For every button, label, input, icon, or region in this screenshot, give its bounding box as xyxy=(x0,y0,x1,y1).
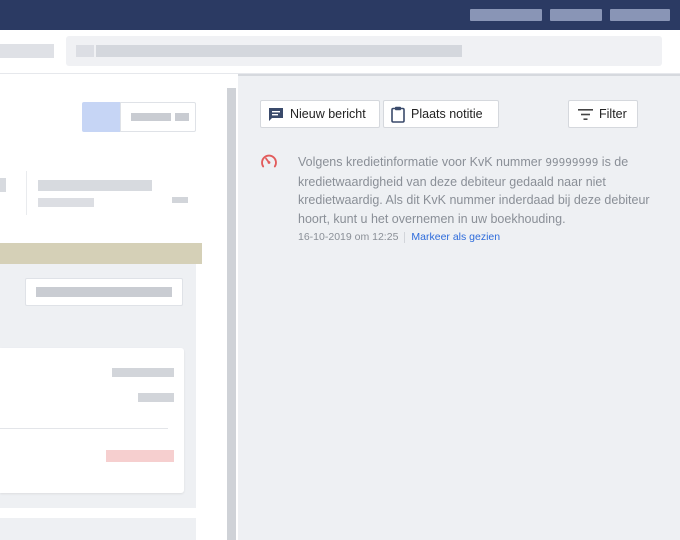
speedometer-icon xyxy=(261,154,277,168)
nav-item-placeholder[interactable] xyxy=(550,9,602,21)
nav-item-placeholder[interactable] xyxy=(610,9,670,21)
input-text-placeholder xyxy=(36,287,172,297)
section-placeholder xyxy=(0,518,196,540)
feed-item-message: Volgens kredietinformatie voor KvK numme… xyxy=(298,153,670,228)
button-label-placeholder xyxy=(175,113,189,121)
toggle-button-active[interactable] xyxy=(82,102,120,132)
overdue-amount-placeholder xyxy=(106,450,174,462)
place-note-label: Plaats notitie xyxy=(411,107,483,121)
new-message-label: Nieuw bericht xyxy=(290,107,366,121)
timestamp: 16-10-2019 om 12:25 xyxy=(298,231,399,243)
filter-input[interactable] xyxy=(25,278,183,306)
sub-header xyxy=(0,30,680,74)
amount-placeholder xyxy=(112,368,174,377)
kvk-number: 99999999 xyxy=(545,156,599,169)
nav-item-placeholder[interactable] xyxy=(470,9,542,21)
pane-top-border xyxy=(238,74,680,76)
button-label-placeholder xyxy=(131,113,171,121)
activity-pane: Nieuw bericht Plaats notitie Filter Volg… xyxy=(238,75,680,540)
highlight-band xyxy=(0,243,202,264)
feed-item-meta: 16-10-2019 om 12:25 Markeer als gezien xyxy=(298,231,500,243)
clipboard-icon xyxy=(391,106,405,123)
separator xyxy=(404,231,406,243)
filter-label: Filter xyxy=(599,107,627,121)
info-placeholder xyxy=(172,197,188,203)
toggle-button[interactable] xyxy=(120,102,196,132)
filter-button[interactable]: Filter xyxy=(568,100,638,128)
info-placeholder xyxy=(0,178,6,192)
mark-as-seen-link[interactable]: Markeer als gezien xyxy=(411,231,500,243)
search-text-placeholder xyxy=(96,45,462,57)
divider xyxy=(26,171,27,215)
message-icon xyxy=(269,107,283,121)
amount-placeholder xyxy=(138,393,174,402)
search-icon-placeholder xyxy=(76,45,94,57)
scrollbar[interactable] xyxy=(227,88,236,540)
info-placeholder xyxy=(38,180,152,191)
details-section xyxy=(0,264,196,508)
header-title-placeholder xyxy=(0,44,54,58)
search-field[interactable] xyxy=(66,36,662,66)
info-placeholder xyxy=(38,198,94,207)
new-message-button[interactable]: Nieuw bericht xyxy=(260,100,380,128)
message-text: Volgens kredietinformatie voor KvK numme… xyxy=(298,155,546,169)
summary-card xyxy=(0,348,184,493)
top-navigation-bar xyxy=(0,0,680,30)
debtor-details-pane xyxy=(0,75,222,540)
place-note-button[interactable]: Plaats notitie xyxy=(383,100,499,128)
divider xyxy=(0,428,168,429)
filter-icon xyxy=(578,108,593,120)
